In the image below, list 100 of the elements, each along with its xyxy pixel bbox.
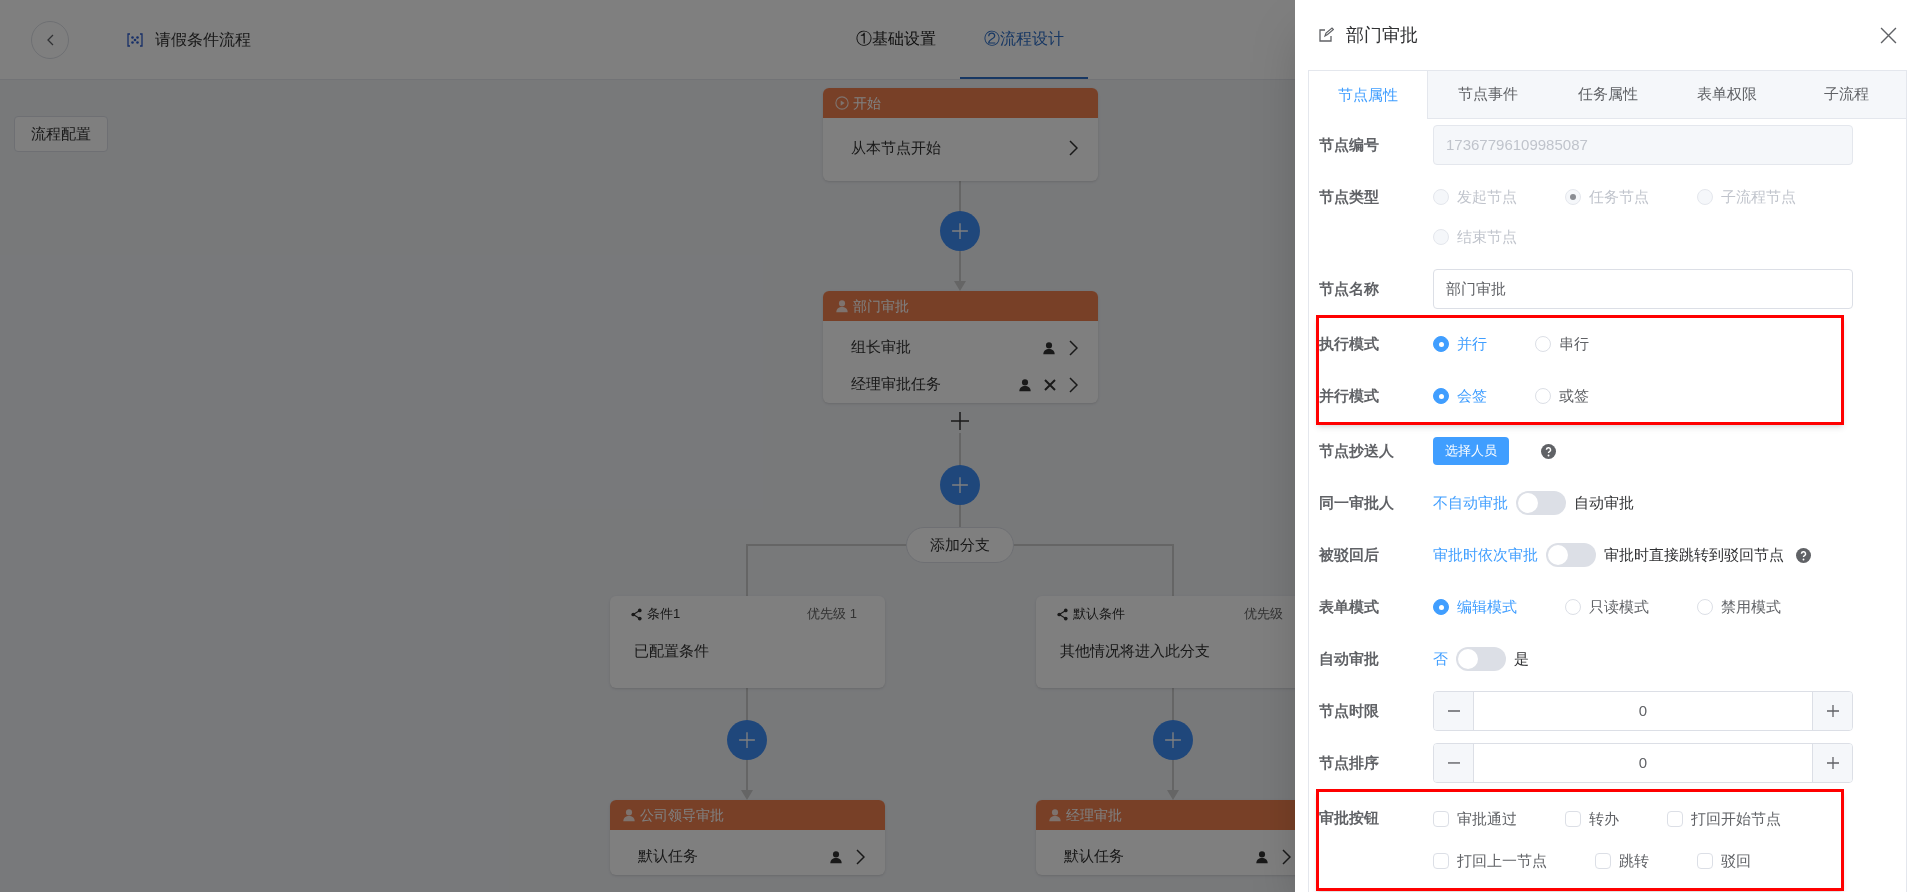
priority-label: 优先级 1 [807, 605, 857, 624]
switch-on-label: 审批时直接跳转到驳回节点 [1604, 544, 1784, 565]
user-icon [829, 849, 843, 864]
toggle-switch[interactable] [1516, 491, 1566, 515]
node-title: 部门审批 [853, 296, 909, 316]
close-icon[interactable] [1044, 378, 1056, 391]
checkbox-option[interactable]: 转办 [1565, 798, 1619, 840]
drawer-tab[interactable]: 表单权限 [1667, 71, 1787, 119]
radio-option[interactable]: 并行 [1433, 324, 1487, 364]
edit-icon [1318, 27, 1334, 43]
decrease-button[interactable] [1434, 744, 1474, 782]
radio-option[interactable]: 编辑模式 [1433, 587, 1517, 627]
drawer-tab[interactable]: 节点事件 [1428, 71, 1548, 119]
add-node-button[interactable] [727, 720, 767, 760]
checkbox[interactable] [1433, 811, 1449, 827]
plus-icon [1825, 704, 1840, 718]
field-label: 审批按钮 [1319, 808, 1380, 828]
drawer-tab[interactable]: 节点属性 [1309, 71, 1429, 119]
radio-option[interactable]: 禁用模式 [1697, 587, 1781, 627]
approval-node[interactable]: 公司领导审批 默认任务 [610, 800, 885, 875]
checkbox[interactable] [1433, 853, 1449, 869]
select-people-button[interactable]: 选择人员 [1433, 437, 1509, 465]
flow-icon [127, 31, 143, 48]
field-label: 节点类型 [1319, 187, 1380, 207]
checkbox-option[interactable]: 打回上一节点 [1433, 840, 1547, 882]
plus-icon [951, 222, 969, 240]
chevron-right-icon[interactable] [1068, 376, 1078, 393]
user-icon [622, 808, 636, 822]
decrease-button[interactable] [1434, 692, 1474, 730]
checkbox[interactable] [1697, 853, 1713, 869]
step-tab[interactable]: ②流程设计 [960, 0, 1088, 79]
toggle-switch[interactable] [1546, 543, 1596, 567]
priority-label: 优先级 [1244, 605, 1283, 624]
increase-button[interactable] [1812, 692, 1852, 730]
chevron-right-icon[interactable] [855, 848, 865, 865]
help-icon[interactable] [1541, 443, 1556, 459]
number-value: 0 [1637, 752, 1649, 773]
chevron-left-icon [46, 33, 54, 46]
condition-title: 默认条件 [1073, 605, 1126, 624]
config-button[interactable]: 流程配置 [14, 116, 108, 152]
checkbox[interactable] [1667, 811, 1683, 827]
chevron-right-icon[interactable] [1068, 140, 1078, 156]
switch-off-label: 不自动审批 [1433, 492, 1508, 513]
radio-option[interactable]: 会签 [1433, 376, 1487, 416]
task-name: 默认任务 [1064, 846, 1125, 867]
add-node-button[interactable] [940, 465, 980, 505]
drawer-tab[interactable]: 任务属性 [1547, 71, 1668, 119]
help-icon[interactable] [1796, 547, 1811, 563]
field-label: 同一审批人 [1319, 492, 1395, 513]
task-name: 经理审批任务 [851, 374, 942, 395]
toggle-switch[interactable] [1456, 647, 1506, 671]
switch-on-label: 自动审批 [1574, 492, 1634, 513]
approval-node[interactable]: 部门审批 组长审批 经理审批任务 [823, 291, 1098, 403]
node-text: 从本节点开始 [851, 137, 942, 158]
user-icon [1255, 849, 1269, 864]
field-label: 并行模式 [1319, 385, 1380, 406]
plus-icon [1164, 731, 1182, 749]
task-name: 组长审批 [851, 337, 912, 358]
add-task-icon[interactable] [950, 411, 970, 431]
field-label: 节点编号 [1319, 134, 1380, 155]
plus-icon [1825, 756, 1840, 770]
user-icon [1048, 808, 1062, 822]
radio-option[interactable]: 或签 [1535, 376, 1589, 416]
number-field[interactable]: 0 [1433, 691, 1853, 731]
node-title: 经理审批 [1066, 805, 1122, 825]
add-node-button[interactable] [940, 211, 980, 251]
radio-option[interactable]: 串行 [1535, 324, 1589, 364]
field-label: 自动审批 [1319, 648, 1380, 669]
field-label: 被驳回后 [1319, 544, 1380, 565]
chevron-right-icon[interactable] [1281, 848, 1291, 865]
close-icon[interactable] [1880, 26, 1897, 44]
radio-option[interactable]: 只读模式 [1565, 587, 1649, 627]
drawer-tab[interactable]: 子流程 [1786, 71, 1907, 119]
condition-title: 条件1 [647, 605, 682, 624]
field-label: 节点抄送人 [1319, 440, 1395, 461]
node-name-field[interactable]: 部门审批 [1433, 269, 1853, 309]
plus-icon [738, 731, 756, 749]
checkbox-option[interactable]: 驳回 [1697, 840, 1751, 882]
number-field[interactable]: 0 [1433, 743, 1853, 783]
condition-text: 其他情况将进入此分支 [1059, 641, 1211, 661]
checkbox-option[interactable]: 审批通过 [1433, 798, 1517, 840]
add-branch-button[interactable]: 添加分支 [906, 527, 1014, 563]
field-label: 执行模式 [1319, 333, 1380, 354]
chevron-right-icon[interactable] [1068, 339, 1078, 356]
increase-button[interactable] [1812, 744, 1852, 782]
switch-off-label: 审批时依次审批 [1433, 544, 1538, 565]
step-tab[interactable]: ①基础设置 [832, 0, 960, 79]
number-value: 0 [1637, 700, 1649, 721]
play-icon [835, 96, 849, 110]
start-node[interactable]: 开始 从本节点开始 [823, 88, 1098, 181]
checkbox-option[interactable]: 打回开始节点 [1667, 798, 1781, 840]
add-node-button[interactable] [1153, 720, 1193, 760]
checkbox-option[interactable]: 跳转 [1595, 840, 1649, 882]
condition-node[interactable]: 条件1 优先级 1 已配置条件 [610, 596, 885, 688]
field-label: 节点时限 [1319, 700, 1380, 721]
condition-text: 已配置条件 [633, 641, 710, 661]
checkbox[interactable] [1565, 811, 1581, 827]
user-icon [1018, 377, 1032, 392]
checkbox[interactable] [1595, 853, 1611, 869]
node-title: 公司领导审批 [640, 805, 724, 825]
